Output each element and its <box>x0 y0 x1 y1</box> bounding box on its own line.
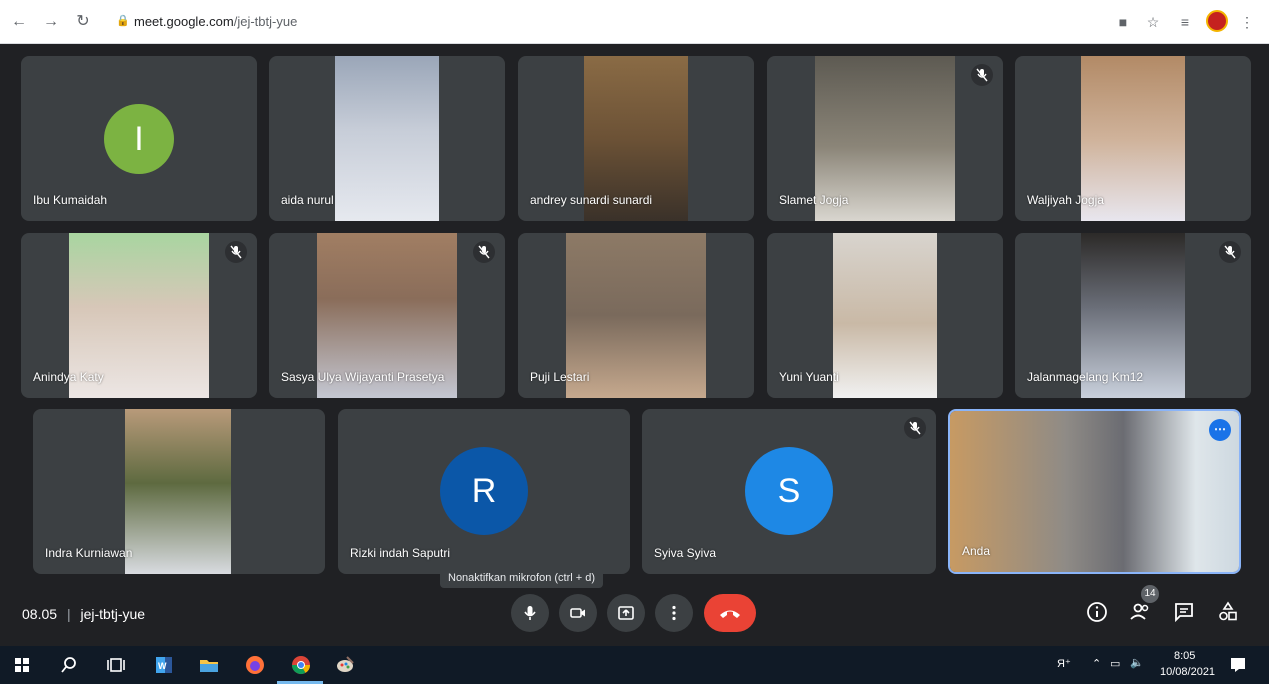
chrome-icon[interactable] <box>289 653 313 677</box>
star-icon[interactable]: ☆ <box>1142 11 1164 33</box>
mic-tooltip: Nonaktifkan mikrofon (ctrl + d) <box>440 568 604 588</box>
windows-start-icon[interactable] <box>10 653 34 677</box>
camera-button[interactable] <box>559 594 597 632</box>
menu-kebab-icon[interactable]: ⋮ <box>1236 11 1258 33</box>
separator: | <box>66 606 71 622</box>
avatar: I <box>104 104 174 174</box>
chat-icon[interactable] <box>1172 600 1196 624</box>
participant-tile[interactable]: andrey sunardi sunardi <box>518 56 754 221</box>
meeting-code: jej-tbtj-yue <box>80 606 146 622</box>
present-button[interactable] <box>607 594 645 632</box>
camera-icon[interactable]: ■ <box>1112 11 1134 33</box>
participant-tile[interactable]: aida nurul <box>269 56 505 221</box>
url-text: meet.google.com/jej-tbtj-yue <box>134 14 298 29</box>
meeting-stage: I Ibu Kumaidah aida nurul andrey sunardi… <box>0 44 1269 646</box>
participant-name: Anda <box>962 544 991 558</box>
participant-tile[interactable]: S Syiva Syiva <box>642 409 936 574</box>
participant-name: Sasya Ulya Wijayanti Prasetya <box>281 370 445 384</box>
video-feed <box>125 409 231 574</box>
lock-icon: 🔒 <box>116 15 130 27</box>
activities-icon[interactable] <box>1216 600 1240 624</box>
participant-tile[interactable]: Slamet Jogja <box>767 56 1003 221</box>
mic-button[interactable] <box>511 594 549 632</box>
meeting-time: 08.05 <box>22 606 58 622</box>
notifications-icon[interactable] <box>1226 653 1250 677</box>
participant-name: Indra Kurniawan <box>45 546 133 560</box>
battery-icon[interactable]: ▭ <box>1110 657 1120 670</box>
participant-tile[interactable]: Yuni Yuanti <box>767 233 1003 398</box>
mic-off-icon <box>971 64 993 86</box>
word-app-icon[interactable]: W <box>152 653 176 677</box>
info-icon[interactable] <box>1085 600 1109 624</box>
clock-date[interactable]: 10/08/2021 <box>1160 666 1215 678</box>
participant-name: andrey sunardi sunardi <box>530 193 653 207</box>
participant-tile[interactable]: Puji Lestari <box>518 233 754 398</box>
participant-name: Anindya Katy <box>33 370 104 384</box>
participant-tile[interactable]: Jalanmagelang Km12 <box>1015 233 1251 398</box>
participant-name: aida nurul <box>281 193 334 207</box>
search-icon[interactable] <box>57 653 81 677</box>
participant-name: Ibu Kumaidah <box>33 193 108 207</box>
mic-off-icon <box>904 417 926 439</box>
video-feed <box>950 411 1239 572</box>
present-screen-icon <box>618 606 634 620</box>
paint-app-icon[interactable] <box>333 653 357 677</box>
volume-icon[interactable]: 🔈 <box>1130 656 1144 669</box>
firefox-icon[interactable] <box>243 653 267 677</box>
mic-off-icon <box>225 241 247 263</box>
more-vert-icon <box>672 605 676 621</box>
task-view-icon[interactable] <box>104 653 128 677</box>
clock-time[interactable]: 8:05 <box>1174 650 1195 662</box>
avatar: S <box>745 447 833 535</box>
address-bar[interactable]: 🔒 meet.google.com/jej-tbtj-yue <box>106 8 1106 36</box>
svg-text:W: W <box>158 661 167 671</box>
participant-name: Slamet Jogja <box>779 193 849 207</box>
participant-tile[interactable]: Sasya Ulya Wijayanti Prasetya <box>269 233 505 398</box>
video-feed <box>335 56 439 221</box>
participant-tile[interactable]: R Rizki indah Saputri <box>338 409 630 574</box>
people-tray-icon[interactable]: Я⁺ <box>1057 657 1071 670</box>
reload-icon[interactable]: ↻ <box>72 11 94 33</box>
more-options-icon[interactable]: ⋯ <box>1209 419 1231 441</box>
video-camera-icon <box>570 608 585 618</box>
participant-tile[interactable]: I Ibu Kumaidah <box>21 56 257 221</box>
participant-name: Waljiyah Jogja <box>1027 193 1104 207</box>
participant-name: Puji Lestari <box>530 370 590 384</box>
participant-tile[interactable]: Waljiyah Jogja <box>1015 56 1251 221</box>
hang-up-icon <box>720 610 740 618</box>
participant-name: Syiva Syiva <box>654 546 717 560</box>
mic-off-icon <box>1219 241 1241 263</box>
participant-tile[interactable]: Anindya Katy <box>21 233 257 398</box>
video-feed <box>833 233 937 398</box>
participant-tile[interactable]: Indra Kurniawan <box>33 409 325 574</box>
mic-off-icon <box>473 241 495 263</box>
participant-name: Jalanmagelang Km12 <box>1027 370 1144 384</box>
mic-icon <box>524 606 536 620</box>
participant-name: Rizki indah Saputri <box>350 546 451 560</box>
windows-taskbar: W Я⁺ ⌃ ▭ 🔈 8:05 10/08/2021 <box>0 646 1269 684</box>
browser-toolbar: ← → ↻ 🔒 meet.google.com/jej-tbtj-yue ■ ☆… <box>0 0 1269 44</box>
people-icon[interactable] <box>1129 600 1153 624</box>
forward-arrow-icon[interactable]: → <box>40 11 62 33</box>
chevron-up-icon[interactable]: ⌃ <box>1092 657 1101 670</box>
more-options-button[interactable] <box>655 594 693 632</box>
avatar: R <box>440 447 528 535</box>
profile-avatar[interactable] <box>1206 10 1228 32</box>
meeting-details: 08.05 | jej-tbtj-yue <box>22 606 145 622</box>
end-call-button[interactable] <box>704 594 756 632</box>
participant-name: Yuni Yuanti <box>779 370 839 384</box>
back-arrow-icon[interactable]: ← <box>8 11 30 33</box>
self-view-tile[interactable]: ⋯ Anda <box>948 409 1241 574</box>
file-explorer-icon[interactable] <box>197 653 221 677</box>
media-control-icon[interactable]: ≡ <box>1174 11 1196 33</box>
